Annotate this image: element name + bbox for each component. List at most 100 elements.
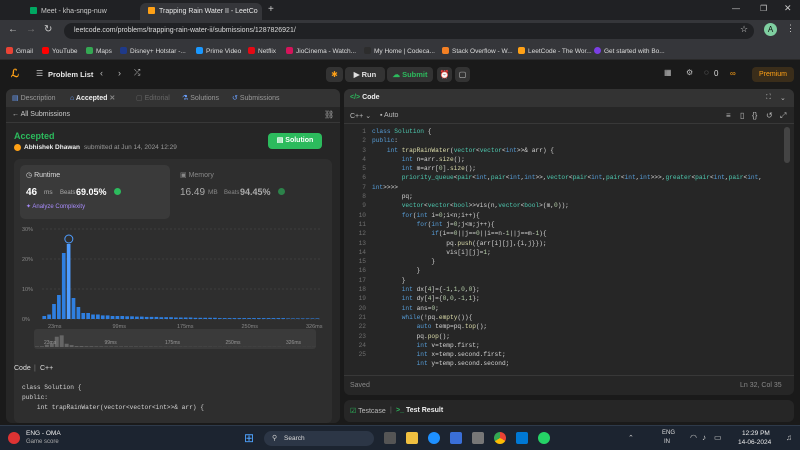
auto-mode-toggle[interactable]: ▪ Auto bbox=[380, 112, 398, 119]
fullscreen-icon[interactable]: ⤢ bbox=[780, 111, 786, 121]
code-editor[interactable]: class Solution {public: int trapRainWate… bbox=[372, 127, 784, 369]
chart-bar[interactable] bbox=[110, 316, 115, 319]
profile-avatar[interactable]: A bbox=[764, 23, 777, 36]
collapse-chevron-icon[interactable]: ⌄ bbox=[780, 94, 786, 102]
chart-bar[interactable] bbox=[178, 317, 183, 320]
chart-bar[interactable] bbox=[271, 318, 276, 319]
debug-button[interactable]: ✱ bbox=[326, 67, 343, 82]
run-button[interactable]: ▶ Run bbox=[345, 67, 385, 82]
chart-bar[interactable] bbox=[57, 295, 61, 319]
app-icon[interactable] bbox=[472, 432, 484, 444]
bookmark-codecademy[interactable]: My Home | Codeca... bbox=[364, 47, 435, 55]
chart-bar[interactable] bbox=[164, 317, 169, 319]
new-tab-button[interactable]: + bbox=[268, 4, 274, 15]
chart-bar[interactable] bbox=[91, 314, 95, 320]
chart-bar[interactable] bbox=[266, 318, 271, 319]
chart-bar[interactable] bbox=[139, 316, 144, 319]
layout-icon[interactable]: ▦ bbox=[664, 68, 672, 77]
input-language[interactable]: ENG bbox=[662, 430, 675, 436]
bookmark-hotstar[interactable]: Disney+ Hotstar -... bbox=[120, 47, 186, 55]
chart-bar[interactable] bbox=[310, 318, 315, 319]
link-icon[interactable]: ⛓ bbox=[324, 110, 334, 119]
forward-arrow-icon[interactable]: → bbox=[26, 24, 36, 35]
chart-bar[interactable] bbox=[305, 318, 310, 319]
chart-bar[interactable] bbox=[242, 318, 247, 319]
chart-bar[interactable] bbox=[315, 318, 320, 319]
chart-bar[interactable] bbox=[81, 313, 86, 319]
bookmark-leetcode[interactable]: LeetCode - The Wor... bbox=[518, 47, 592, 55]
braces-icon[interactable]: {} bbox=[752, 111, 757, 120]
chart-bar[interactable] bbox=[71, 298, 76, 319]
user-name[interactable]: Abhishek Dhawan bbox=[24, 144, 80, 151]
chart-bar[interactable] bbox=[237, 318, 242, 319]
chart-bar[interactable] bbox=[247, 318, 251, 319]
notification-bell-icon[interactable]: ♫ bbox=[786, 433, 792, 442]
chrome-icon[interactable] bbox=[494, 432, 506, 444]
file-explorer-icon[interactable] bbox=[406, 432, 418, 444]
chart-bar[interactable] bbox=[144, 316, 149, 319]
chart-bar[interactable] bbox=[217, 318, 222, 319]
tab-accepted[interactable]: ⌂ Accepted ✕ bbox=[70, 94, 115, 102]
chart-bar[interactable] bbox=[42, 316, 47, 319]
chart-bar[interactable] bbox=[100, 315, 105, 319]
chart-bar[interactable] bbox=[61, 253, 66, 319]
chart-bar[interactable] bbox=[281, 318, 286, 319]
chart-bar[interactable] bbox=[276, 318, 281, 319]
reload-icon[interactable]: ↻ bbox=[44, 24, 52, 35]
volume-icon[interactable]: ♪ bbox=[702, 433, 706, 442]
chart-bar[interactable] bbox=[96, 314, 100, 320]
chart-bar[interactable] bbox=[222, 318, 227, 319]
maximize-window-button[interactable]: ❐ bbox=[760, 4, 767, 13]
battery-icon[interactable]: ▭ bbox=[714, 433, 722, 442]
chart-bar[interactable] bbox=[286, 318, 290, 319]
editor-scrollbar[interactable] bbox=[784, 127, 790, 163]
bookmark-icon[interactable]: ▯ bbox=[740, 111, 744, 120]
chart-bar[interactable] bbox=[149, 316, 154, 319]
bookmark-get-started[interactable]: Get started with Bo... bbox=[594, 47, 665, 55]
settings-gear-icon[interactable]: ⚙ bbox=[686, 68, 693, 77]
close-window-button[interactable]: ✕ bbox=[784, 3, 792, 14]
chart-bar[interactable] bbox=[169, 317, 173, 319]
chart-bar[interactable] bbox=[198, 317, 203, 319]
chart-bar[interactable] bbox=[188, 317, 193, 320]
chart-bar[interactable] bbox=[193, 317, 198, 319]
analyze-complexity-link[interactable]: ✦ Analyze Complexity bbox=[26, 203, 85, 210]
problem-list-icon[interactable]: ☰ bbox=[36, 69, 43, 78]
chart-bar[interactable] bbox=[115, 316, 120, 319]
tab-editorial[interactable]: ▢ Editorial bbox=[136, 94, 170, 102]
chart-bar[interactable] bbox=[227, 318, 232, 319]
next-problem-button[interactable]: › bbox=[118, 68, 121, 78]
chart-bar[interactable] bbox=[76, 307, 81, 319]
browser-tab-leetcode[interactable]: Trapping Rain Water II - LeetCo bbox=[140, 3, 262, 20]
chart-bar[interactable] bbox=[86, 313, 90, 319]
tab-submissions[interactable]: ↺ Submissions bbox=[232, 94, 280, 102]
chart-bar[interactable] bbox=[203, 317, 208, 319]
chart-bar[interactable] bbox=[252, 318, 256, 319]
user-avatar[interactable] bbox=[14, 144, 21, 151]
chart-bar[interactable] bbox=[47, 314, 51, 320]
chart-bar[interactable] bbox=[120, 316, 125, 319]
chart-bar[interactable] bbox=[300, 318, 305, 319]
wifi-icon[interactable]: ◠ bbox=[690, 433, 697, 442]
chart-bar[interactable] bbox=[232, 318, 237, 319]
tab-solutions[interactable]: ⚗ Solutions bbox=[182, 94, 219, 102]
language-select[interactable]: C++ ⌄ bbox=[350, 112, 371, 120]
bookmark-maps[interactable]: Maps bbox=[86, 47, 112, 55]
browser-tab-meet[interactable]: Meet - kha-snqp-nuw bbox=[22, 3, 140, 20]
chart-bar[interactable] bbox=[261, 318, 266, 319]
clock-time[interactable]: 12:29 PM bbox=[742, 430, 770, 437]
chart-bar[interactable] bbox=[208, 317, 212, 319]
memory-box[interactable]: ▣ Memory 16.49 MB Beats 94.45% bbox=[178, 171, 328, 211]
bookmark-youtube[interactable]: YouTube bbox=[42, 47, 78, 55]
runtime-box[interactable]: ◷ Runtime 46 ms Beats 69.05% ✦ Analyze C… bbox=[20, 165, 170, 219]
vscode-icon[interactable] bbox=[516, 432, 528, 444]
chart-bar[interactable] bbox=[291, 318, 295, 319]
submitted-code-block[interactable]: class Solution { public: int trapRainWat… bbox=[14, 377, 332, 423]
prev-problem-button[interactable]: ‹ bbox=[100, 68, 103, 78]
chart-bar[interactable] bbox=[213, 317, 217, 319]
range-slider[interactable]: 23ms 99ms 175ms 250ms 326ms bbox=[34, 329, 316, 349]
submit-button[interactable]: ☁ Submit bbox=[387, 67, 433, 82]
problem-list-link[interactable]: Problem List bbox=[48, 70, 93, 79]
task-view-icon[interactable] bbox=[384, 432, 396, 444]
chart-bar[interactable] bbox=[256, 318, 261, 319]
